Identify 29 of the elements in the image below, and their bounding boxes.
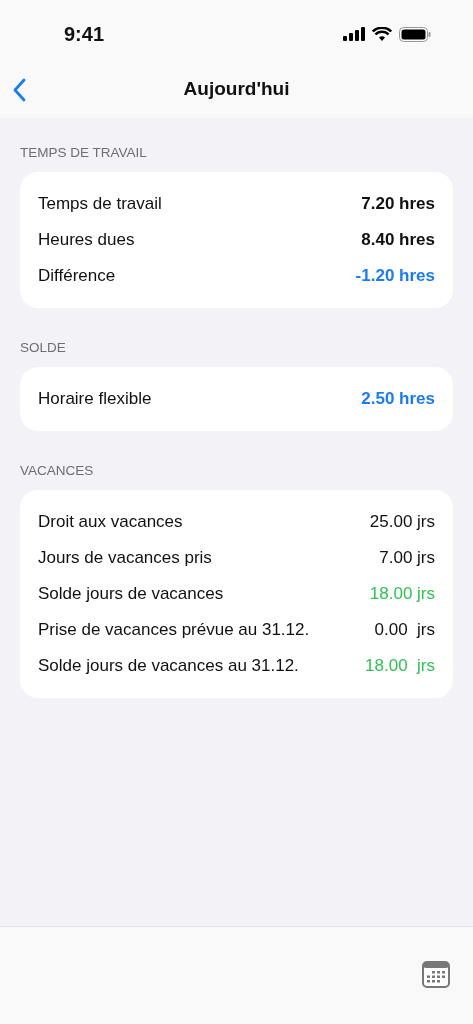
battery-icon <box>399 26 431 42</box>
row-value: 25.00 jrs <box>369 512 435 532</box>
row-label: Horaire flexible <box>38 389 152 409</box>
row-label: Prise de vacances prévue au 31.12. <box>38 620 310 640</box>
section-header: VACANCES <box>20 463 95 478</box>
row-value: 0.00 jrs <box>374 620 435 640</box>
signal-icon <box>343 27 365 41</box>
row-label: Droit aux vacances <box>38 512 183 532</box>
row-value: -1.20 hres <box>355 266 435 286</box>
screen-title: Aujourd'hui <box>183 78 290 100</box>
section-header: SOLDE <box>20 340 67 355</box>
status-time: 9:41 <box>64 22 105 46</box>
row-value: 2.50 hres <box>361 389 435 409</box>
row-value: 7.20 hres <box>361 194 435 214</box>
calendar-icon <box>422 961 450 988</box>
row-value: 18.00 jrs <box>365 656 435 676</box>
back-icon <box>12 78 26 102</box>
row-label: Solde jours de vacances au 31.12. <box>38 656 299 676</box>
row-label: Solde jours de vacances <box>38 584 224 604</box>
section-header: TEMPS DE TRAVAIL <box>20 145 148 160</box>
calendar-button[interactable] <box>422 961 450 988</box>
row-label: Différence <box>38 266 116 286</box>
row-label: Jours de vacances pris <box>38 548 212 568</box>
row-value: 8.40 hres <box>361 230 435 250</box>
wifi-icon <box>372 27 392 41</box>
row-value: 7.00 jrs <box>379 548 435 568</box>
row-label: Heures dues <box>38 230 135 250</box>
row-value: 18.00 jrs <box>369 584 435 604</box>
row-label: Temps de travail <box>38 194 162 214</box>
